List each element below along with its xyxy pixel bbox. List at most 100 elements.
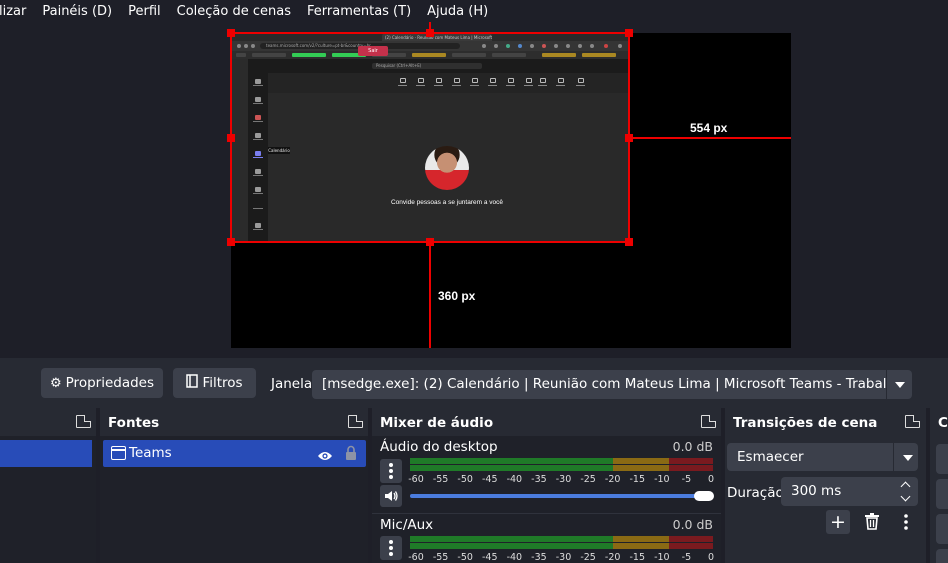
volume-slider-thumb[interactable]: [694, 491, 714, 501]
meeting-btn: [506, 78, 515, 88]
mixer-channel-desktop: Áudio do desktop 0.0 dB -60 -55 -50 -45 -40-…: [372, 436, 721, 512]
teams-rail-tooltip: Calendário: [268, 147, 290, 154]
meter-tick-label: -15: [629, 552, 646, 563]
participant-avatar: [425, 146, 469, 190]
window-label: Janela: [271, 376, 313, 392]
more-options-icon[interactable]: [894, 510, 918, 534]
meeting-btn: [398, 78, 407, 88]
distance-label-bottom: 360 px: [438, 289, 476, 303]
chevron-up-icon[interactable]: [897, 478, 917, 492]
meeting-btn: [452, 78, 461, 88]
menu-tools[interactable]: Ferramentas (T): [299, 4, 419, 19]
properties-button[interactable]: ⚙ Propriedades: [41, 368, 163, 398]
source-item-teams[interactable]: Teams: [103, 440, 366, 467]
browser-bookmarks-bar: [232, 51, 628, 59]
undock-icon[interactable]: [76, 415, 91, 428]
back-icon: [237, 44, 241, 48]
resize-handle-nw[interactable]: [227, 29, 235, 37]
volume-slider[interactable]: [410, 494, 704, 498]
speaker-icon[interactable]: [380, 485, 402, 507]
chevron-down-icon[interactable]: [903, 455, 913, 461]
meter-tick-label: -55: [432, 474, 449, 485]
meter-tick-label: -35: [531, 474, 547, 485]
browser-address-bar: teams.microsoft.com/v2/?culture=pt-br&co…: [232, 41, 628, 51]
trash-icon[interactable]: [860, 510, 884, 534]
teams-top-bar: Pesquisar (Ctrl+Alt+E): [232, 59, 628, 73]
scene-transitions-dock: Transições de cena Esmaecer Duração 300 …: [725, 408, 926, 563]
extension-icon: [566, 44, 570, 48]
lock-icon[interactable]: [345, 445, 357, 461]
chevron-down-icon[interactable]: [897, 492, 917, 506]
mixer-dock-title: Mixer de áudio: [372, 408, 721, 436]
source-context-bar: ⚙ Propriedades Filtros Janela [msedge.ex…: [0, 358, 948, 408]
select-divider: [893, 443, 894, 471]
channel-menu-button[interactable]: [380, 536, 402, 560]
meeting-btn: [488, 78, 497, 88]
resize-handle-n[interactable]: [426, 29, 434, 37]
menu-edit-view[interactable]: lizar: [0, 4, 34, 19]
window-select[interactable]: [msedge.exe]: (2) Calendário | Reunião c…: [312, 370, 886, 399]
volume-meter: [410, 458, 713, 471]
scenes-list: [0, 436, 96, 563]
undock-icon[interactable]: [905, 415, 920, 428]
meter-ticks: -60 -55 -50 -45 -40 -35 -30 -25 -20 -15 -10 -5 0: [408, 474, 720, 488]
extension-icon: [554, 44, 558, 48]
menu-scene-collection[interactable]: Coleção de cenas: [169, 4, 299, 19]
scene-item-selected[interactable]: [0, 440, 92, 467]
distance-label-right: 554 px: [690, 121, 728, 135]
meter-tick-label: -20: [604, 474, 621, 485]
resize-handle-ne[interactable]: [625, 29, 633, 37]
captured-window[interactable]: (2) Calendário · Reunião com Mateus Lima…: [232, 33, 628, 242]
resize-handle-w[interactable]: [227, 134, 235, 142]
bookmark: [292, 53, 326, 57]
mixer-body: Áudio do desktop 0.0 dB -60 -55 -50 -45 -40-…: [372, 436, 721, 563]
meter-tick-label: -25: [580, 474, 596, 485]
volume-meter: [410, 536, 713, 549]
gear-icon: ⚙: [50, 375, 62, 391]
rail-files: [253, 187, 263, 195]
control-button[interactable]: [936, 549, 948, 563]
distance-guide-right: [629, 137, 791, 139]
transitions-body: Esmaecer Duração 300 ms +: [725, 436, 926, 563]
resize-handle-se[interactable]: [625, 238, 633, 246]
window-select-dropdown[interactable]: [887, 370, 912, 399]
meeting-btn: [576, 78, 585, 88]
menu-docks[interactable]: Painéis (D): [34, 4, 120, 19]
controls-dock: C: [930, 408, 948, 563]
channel-db: 0.0 dB: [672, 517, 713, 532]
duration-label: Duração: [727, 485, 784, 501]
channel-db: 0.0 dB: [672, 439, 713, 454]
bookmark: [542, 53, 576, 57]
scenes-dock: [0, 408, 96, 563]
resize-handle-s[interactable]: [426, 238, 434, 246]
eye-icon[interactable]: [317, 447, 333, 460]
extension-icon: [590, 44, 594, 48]
rail-calls: [253, 169, 263, 177]
filters-button[interactable]: Filtros: [173, 368, 256, 398]
undock-icon[interactable]: [701, 415, 716, 428]
transition-select[interactable]: Esmaecer: [727, 443, 918, 471]
bookmark: [452, 53, 486, 57]
sources-list: Teams: [100, 436, 368, 563]
reload-icon: [244, 44, 248, 48]
channel-name: Áudio do desktop: [380, 439, 498, 455]
menu-profile[interactable]: Perfil: [120, 4, 169, 19]
rail-activity: [253, 79, 263, 87]
resize-handle-sw[interactable]: [227, 238, 235, 246]
chevron-down-icon: [895, 382, 905, 388]
control-button[interactable]: [936, 514, 948, 544]
extension-icon: [518, 44, 522, 48]
meter-tick-label: -50: [457, 474, 473, 485]
meter-tick-label: -35: [531, 552, 547, 563]
control-button[interactable]: [936, 479, 948, 509]
add-transition-button[interactable]: +: [826, 510, 850, 534]
meter-tick-label: -40: [506, 474, 523, 485]
channel-menu-button[interactable]: [380, 459, 402, 483]
controls-body: [930, 436, 948, 563]
resize-handle-e[interactable]: [625, 134, 633, 142]
meeting-btn: [524, 78, 533, 88]
menu-help[interactable]: Ajuda (H): [419, 4, 496, 19]
undock-icon[interactable]: [348, 415, 363, 428]
meter-tick-label: -50: [457, 552, 473, 563]
control-button[interactable]: [936, 444, 948, 474]
